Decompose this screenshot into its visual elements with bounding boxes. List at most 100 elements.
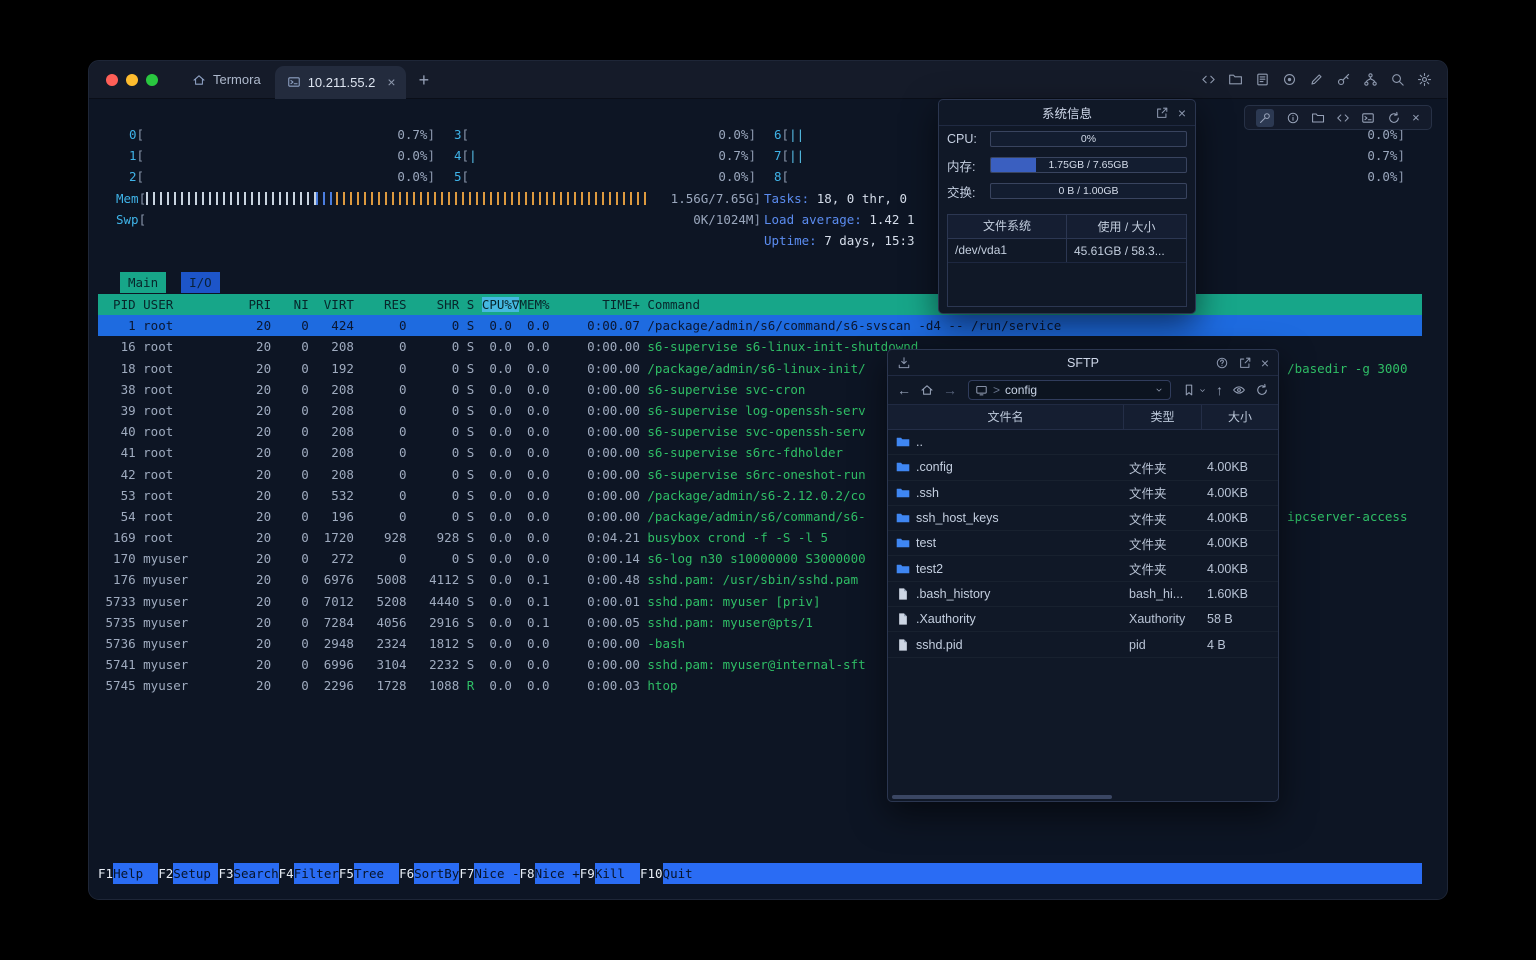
fnkey-f9[interactable]: F9 bbox=[580, 863, 595, 884]
zoom-window-button[interactable] bbox=[146, 74, 158, 86]
horizontal-scrollbar[interactable] bbox=[892, 795, 1112, 799]
sftp-nav-bar: ← → > config ↑ bbox=[888, 376, 1278, 405]
path-separator: > bbox=[993, 383, 1000, 397]
code-icon[interactable] bbox=[1201, 72, 1216, 87]
tab-ssh-session[interactable]: 10.211.55.2 × bbox=[275, 66, 406, 99]
file-row[interactable]: .bash_historybash_hi...1.60KB bbox=[888, 582, 1278, 607]
system-info-panel: 系统信息 × CPU:0%内存:1.75GB / 7.65GB交换:0 B / … bbox=[938, 99, 1196, 314]
fnlabel-sortby[interactable]: SortBy bbox=[414, 863, 459, 884]
app-window: Termora 10.211.55.2 × + 0[0.7%]1[0.0%]2[… bbox=[88, 60, 1448, 900]
path-breadcrumb[interactable]: > config bbox=[968, 380, 1171, 400]
sftp-titlebar: SFTP × bbox=[888, 350, 1278, 376]
home-icon[interactable] bbox=[920, 383, 934, 397]
toolbar-icons bbox=[1201, 72, 1447, 87]
file-row[interactable]: .XauthorityXauthority58 B bbox=[888, 607, 1278, 632]
open-in-window-icon[interactable] bbox=[1155, 106, 1169, 120]
uptime-info: Uptime: 7 days, 15:3 bbox=[764, 230, 915, 251]
swap-value: 0K/1024M bbox=[693, 209, 753, 230]
folder-icon[interactable] bbox=[1228, 72, 1243, 87]
help-icon[interactable] bbox=[1215, 356, 1229, 370]
sysinfo-meter: 内存:1.75GB / 7.65GB bbox=[939, 152, 1195, 178]
open-in-window-icon[interactable] bbox=[1238, 356, 1252, 370]
new-tab-button[interactable]: + bbox=[406, 71, 443, 89]
minimize-window-button[interactable] bbox=[126, 74, 138, 86]
tab-termora-home[interactable]: Termora bbox=[178, 61, 275, 98]
tab-main[interactable]: Main bbox=[120, 272, 166, 293]
fnkey-f3[interactable]: F3 bbox=[218, 863, 233, 884]
refresh-icon[interactable] bbox=[1255, 383, 1269, 397]
cpu-meter-5: 5[0.0%] bbox=[454, 166, 756, 187]
transfers-icon[interactable] bbox=[897, 356, 911, 370]
process-row[interactable]: 1 root 20 0 424 0 0 S 0.0 0.0 0:00.07 /p… bbox=[98, 315, 1422, 336]
search-icon[interactable] bbox=[1390, 72, 1405, 87]
file-row[interactable]: .ssh文件夹4.00KB bbox=[888, 481, 1278, 506]
journal-icon[interactable] bbox=[1255, 72, 1270, 87]
fnkey-f7[interactable]: F7 bbox=[459, 863, 474, 884]
column-type[interactable]: 类型 bbox=[1123, 405, 1201, 429]
fs-table-header: 文件系统使用 / 大小 bbox=[948, 215, 1186, 239]
session-tab-label: 10.211.55.2 bbox=[308, 75, 376, 90]
close-window-button[interactable] bbox=[106, 74, 118, 86]
back-icon[interactable]: ← bbox=[897, 383, 911, 397]
sysinfo-meter: CPU:0% bbox=[939, 126, 1195, 152]
fnkey-f2[interactable]: F2 bbox=[158, 863, 173, 884]
process-table-header[interactable]: PID USER PRI NI VIRT RES SHR S CPU%∇MEM%… bbox=[98, 294, 1422, 315]
code-icon[interactable] bbox=[1336, 111, 1350, 125]
close-icon[interactable]: × bbox=[1412, 111, 1420, 124]
bookmark-icon[interactable] bbox=[1182, 383, 1196, 397]
file-row[interactable]: test文件夹4.00KB bbox=[888, 531, 1278, 556]
folder-icon bbox=[896, 562, 910, 576]
home-icon bbox=[192, 73, 206, 87]
fs-table-row: /dev/vda145.61GB / 58.3... bbox=[948, 239, 1186, 263]
fnkey-f4[interactable]: F4 bbox=[279, 863, 294, 884]
chevron-down-icon[interactable] bbox=[1154, 385, 1164, 395]
fnkey-f1[interactable]: F1 bbox=[98, 863, 113, 884]
system-info-titlebar: 系统信息 × bbox=[939, 100, 1195, 126]
fnlabel-search[interactable]: Search bbox=[234, 863, 279, 884]
tasks-info: Tasks: 18, 0 thr, 0 bbox=[764, 188, 915, 209]
fnlabel-tree[interactable]: Tree bbox=[354, 863, 399, 884]
settings-icon[interactable] bbox=[1417, 72, 1432, 87]
fnlabel-help[interactable]: Help bbox=[113, 863, 158, 884]
fnkey-f10[interactable]: F10 bbox=[640, 863, 663, 884]
column-name[interactable]: 文件名 bbox=[888, 405, 1123, 429]
file-table-header[interactable]: 文件名 类型 大小 bbox=[888, 405, 1278, 430]
fnlabel-filter[interactable]: Filter bbox=[294, 863, 339, 884]
fnlabel-setup[interactable]: Setup bbox=[173, 863, 218, 884]
forward-icon[interactable]: → bbox=[943, 383, 957, 397]
fnkey-f5[interactable]: F5 bbox=[339, 863, 354, 884]
pin-icon[interactable] bbox=[1256, 109, 1274, 127]
upload-icon[interactable]: ↑ bbox=[1216, 383, 1223, 397]
fnlabel-kill[interactable]: Kill bbox=[595, 863, 640, 884]
folder-icon[interactable] bbox=[1311, 111, 1325, 125]
file-row[interactable]: ssh_host_keys文件夹4.00KB bbox=[888, 506, 1278, 531]
bookmark-chevron-icon[interactable] bbox=[1198, 386, 1207, 395]
sync-icon[interactable] bbox=[1387, 111, 1401, 125]
fnkey-f8[interactable]: F8 bbox=[520, 863, 535, 884]
column-size[interactable]: 大小 bbox=[1201, 405, 1278, 429]
branch-icon[interactable] bbox=[1363, 72, 1378, 87]
file-row[interactable]: .config文件夹4.00KB bbox=[888, 455, 1278, 480]
close-tab-icon[interactable]: × bbox=[387, 75, 395, 89]
close-icon[interactable]: × bbox=[1178, 106, 1186, 120]
sysinfo-meter: 交换:0 B / 1.00GB bbox=[939, 178, 1195, 204]
fnlabel-nice[interactable]: Nice - bbox=[474, 863, 519, 884]
file-row[interactable]: sshd.pidpid4 B bbox=[888, 632, 1278, 657]
current-path: config bbox=[1005, 383, 1037, 397]
file-row[interactable]: test2文件夹4.00KB bbox=[888, 556, 1278, 581]
close-icon[interactable]: × bbox=[1261, 356, 1269, 370]
system-info-meters: CPU:0%内存:1.75GB / 7.65GB交换:0 B / 1.00GB bbox=[939, 126, 1195, 204]
fnkey-f6[interactable]: F6 bbox=[399, 863, 414, 884]
show-hidden-icon[interactable] bbox=[1232, 383, 1246, 397]
tab-io[interactable]: I/O bbox=[181, 272, 220, 293]
terminal-icon[interactable] bbox=[1361, 111, 1375, 125]
swap-label: Swp bbox=[116, 209, 139, 230]
info-icon[interactable] bbox=[1286, 111, 1300, 125]
fnlabel-quit[interactable]: Quit bbox=[663, 863, 708, 884]
key-icon[interactable] bbox=[1336, 72, 1351, 87]
folder-icon bbox=[896, 536, 910, 550]
file-row[interactable]: .. bbox=[888, 430, 1278, 455]
record-icon[interactable] bbox=[1282, 72, 1297, 87]
edit-icon[interactable] bbox=[1309, 72, 1324, 87]
fnlabel-nice[interactable]: Nice + bbox=[535, 863, 580, 884]
